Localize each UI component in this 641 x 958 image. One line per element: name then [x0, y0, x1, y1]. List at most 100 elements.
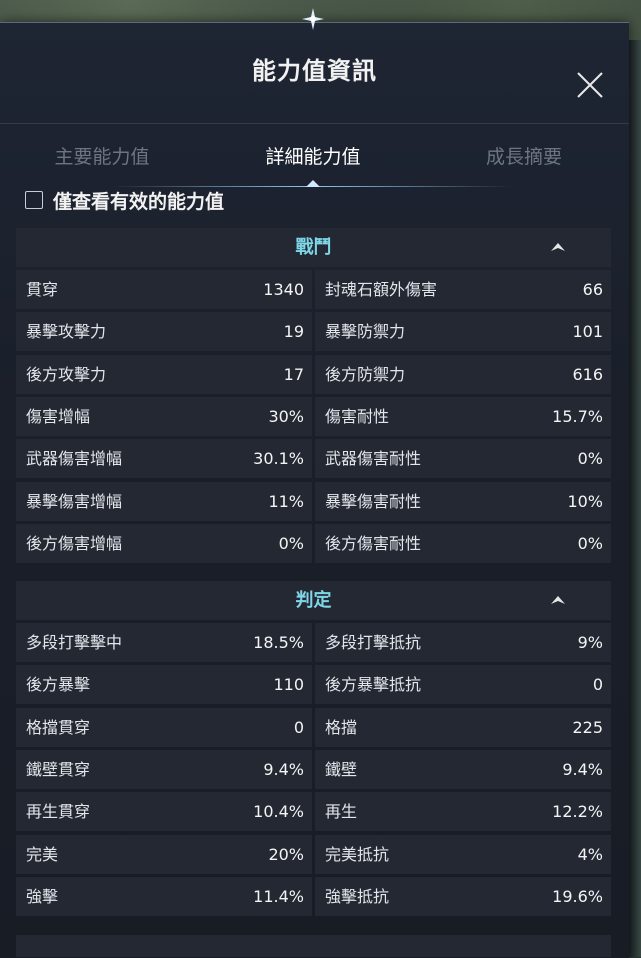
stat-cell: 後方傷害增幅 0% — [16, 523, 312, 563]
stat-value: 4% — [577, 844, 603, 864]
next-section-header — [16, 935, 611, 957]
stat-row: 暴擊傷害增幅 11% 暴擊傷害耐性 10% — [16, 481, 611, 521]
stat-label: 後方攻擊力 — [26, 364, 107, 384]
stat-cell: 格擋 225 — [315, 707, 611, 747]
stat-cell: 鐵壁 9.4% — [315, 749, 611, 789]
stat-label: 多段打擊擊中 — [26, 633, 123, 652]
stat-row: 鐵壁貫穿 9.4% 鐵壁 9.4% — [16, 749, 611, 789]
stat-cell: 武器傷害增幅 30.1% — [16, 439, 312, 479]
stat-label: 暴擊傷害耐性 — [325, 491, 422, 511]
tab-main-stats[interactable]: 主要能力值 — [2, 124, 202, 188]
active-tab-marker-icon — [306, 180, 320, 187]
stat-cell: 鐵壁貫穿 9.4% — [16, 749, 312, 789]
stat-cell: 後方暴擊 110 — [16, 665, 312, 705]
stat-label: 封魂石額外傷害 — [325, 280, 438, 299]
stat-label: 武器傷害耐性 — [325, 449, 422, 469]
section-title: 戰鬥 — [295, 237, 332, 258]
stat-label: 後方暴擊 — [26, 675, 91, 695]
stat-value: 101 — [572, 322, 603, 342]
stat-row: 格擋貫穿 0 格擋 225 — [16, 707, 611, 747]
stat-value: 66 — [582, 280, 603, 299]
stat-value: 0% — [577, 533, 603, 553]
stat-value: 19.6% — [552, 886, 603, 906]
stat-label: 暴擊防禦力 — [325, 322, 406, 342]
stat-row: 後方傷害增幅 0% 後方傷害耐性 0% — [16, 523, 611, 563]
stat-label: 武器傷害增幅 — [26, 449, 123, 469]
stat-cell: 再生貫穿 10.4% — [16, 792, 312, 832]
tab-detailed-stats[interactable]: 詳細能力值 — [213, 124, 413, 188]
stat-label: 再生貫穿 — [26, 802, 91, 822]
stat-cell: 貫穿 1340 — [16, 270, 312, 309]
section-header[interactable]: 戰鬥 — [16, 228, 611, 267]
stat-label: 鐵壁 — [325, 759, 358, 779]
close-icon[interactable] — [570, 65, 610, 105]
stat-row: 貫穿 1340 封魂石額外傷害 66 — [16, 270, 611, 309]
stat-cell: 強擊 11.4% — [16, 876, 312, 916]
stat-value: 616 — [572, 364, 603, 384]
stat-cell: 再生 12.2% — [315, 792, 611, 832]
stat-value: 1340 — [263, 280, 304, 299]
stat-label: 強擊 — [26, 886, 59, 906]
stat-value: 11.4% — [253, 886, 304, 906]
stat-label: 完美抵抗 — [325, 844, 390, 864]
stat-cell: 後方暴擊抵抗 0 — [315, 665, 611, 705]
stat-label: 後方傷害耐性 — [325, 533, 422, 553]
stat-value: 9.4% — [263, 759, 304, 779]
stat-label: 傷害增幅 — [26, 406, 91, 426]
stat-label: 再生 — [325, 802, 358, 822]
stat-cell: 暴擊傷害耐性 10% — [315, 481, 611, 521]
stat-cell: 多段打擊擊中 18.5% — [16, 623, 312, 662]
stat-value: 110 — [273, 675, 304, 695]
stat-cell: 武器傷害耐性 0% — [315, 439, 611, 479]
stat-label: 後方防禦力 — [325, 364, 406, 384]
stat-cell: 多段打擊抵抗 9% — [315, 623, 611, 662]
background-edge — [629, 40, 641, 957]
stat-value: 15.7% — [552, 406, 603, 426]
stat-row: 傷害增幅 30% 傷害耐性 15.7% — [16, 396, 611, 436]
stat-label: 格擋 — [325, 717, 358, 737]
stat-cell: 強擊抵抗 19.6% — [315, 876, 611, 916]
chevron-up-icon[interactable] — [549, 238, 567, 256]
chevron-up-icon[interactable] — [549, 591, 567, 609]
stat-cell: 後方防禦力 616 — [315, 354, 611, 394]
stat-value: 12.2% — [552, 802, 603, 822]
stat-value: 0% — [278, 533, 304, 553]
stat-label: 格擋貫穿 — [26, 717, 91, 737]
stat-cell: 後方傷害耐性 0% — [315, 523, 611, 563]
stat-row: 完美 20% 完美抵抗 4% — [16, 834, 611, 874]
stat-cell: 傷害耐性 15.7% — [315, 396, 611, 436]
stat-value: 19 — [283, 322, 304, 342]
stat-label: 後方傷害增幅 — [26, 533, 123, 553]
stat-value: 0% — [577, 449, 603, 469]
stat-value: 18.5% — [253, 633, 304, 652]
panel-title: 能力值資訊 — [252, 57, 377, 85]
section-header[interactable]: 判定 — [16, 581, 611, 620]
tab-growth-summary[interactable]: 成長摘要 — [424, 124, 624, 188]
diamond-ornament-icon — [302, 8, 324, 30]
stat-value: 17 — [283, 364, 304, 384]
stat-value: 10% — [567, 491, 603, 511]
stat-row: 再生貫穿 10.4% 再生 12.2% — [16, 792, 611, 832]
stat-cell: 完美抵抗 4% — [315, 834, 611, 874]
stat-value: 0 — [592, 675, 603, 695]
stat-row: 強擊 11.4% 強擊抵抗 19.6% — [16, 876, 611, 916]
stat-label: 暴擊攻擊力 — [26, 322, 107, 342]
stat-cell: 後方攻擊力 17 — [16, 354, 312, 394]
stat-row: 武器傷害增幅 30.1% 武器傷害耐性 0% — [16, 439, 611, 479]
stat-row: 暴擊攻擊力 19 暴擊防禦力 101 — [16, 312, 611, 352]
stat-value: 225 — [572, 717, 603, 737]
stat-cell: 暴擊傷害增幅 11% — [16, 481, 312, 521]
stat-cell: 完美 20% — [16, 834, 312, 874]
stat-row: 後方攻擊力 17 後方防禦力 616 — [16, 354, 611, 394]
stat-value: 30% — [268, 406, 304, 426]
stat-row: 多段打擊擊中 18.5% 多段打擊抵抗 9% — [16, 623, 611, 662]
stat-label: 鐵壁貫穿 — [26, 759, 91, 779]
stat-row: 後方暴擊 110 後方暴擊抵抗 0 — [16, 665, 611, 705]
stat-value: 30.1% — [253, 449, 304, 469]
tab-bar: 主要能力值 詳細能力值 成長摘要 — [0, 123, 629, 188]
effective-stats-checkbox[interactable] — [25, 191, 43, 209]
stat-value: 20% — [268, 844, 304, 864]
effective-stats-filter[interactable]: 僅查看有效的能力值 — [25, 185, 224, 215]
stat-label: 多段打擊抵抗 — [325, 633, 422, 652]
stat-label: 暴擊傷害增幅 — [26, 491, 123, 511]
